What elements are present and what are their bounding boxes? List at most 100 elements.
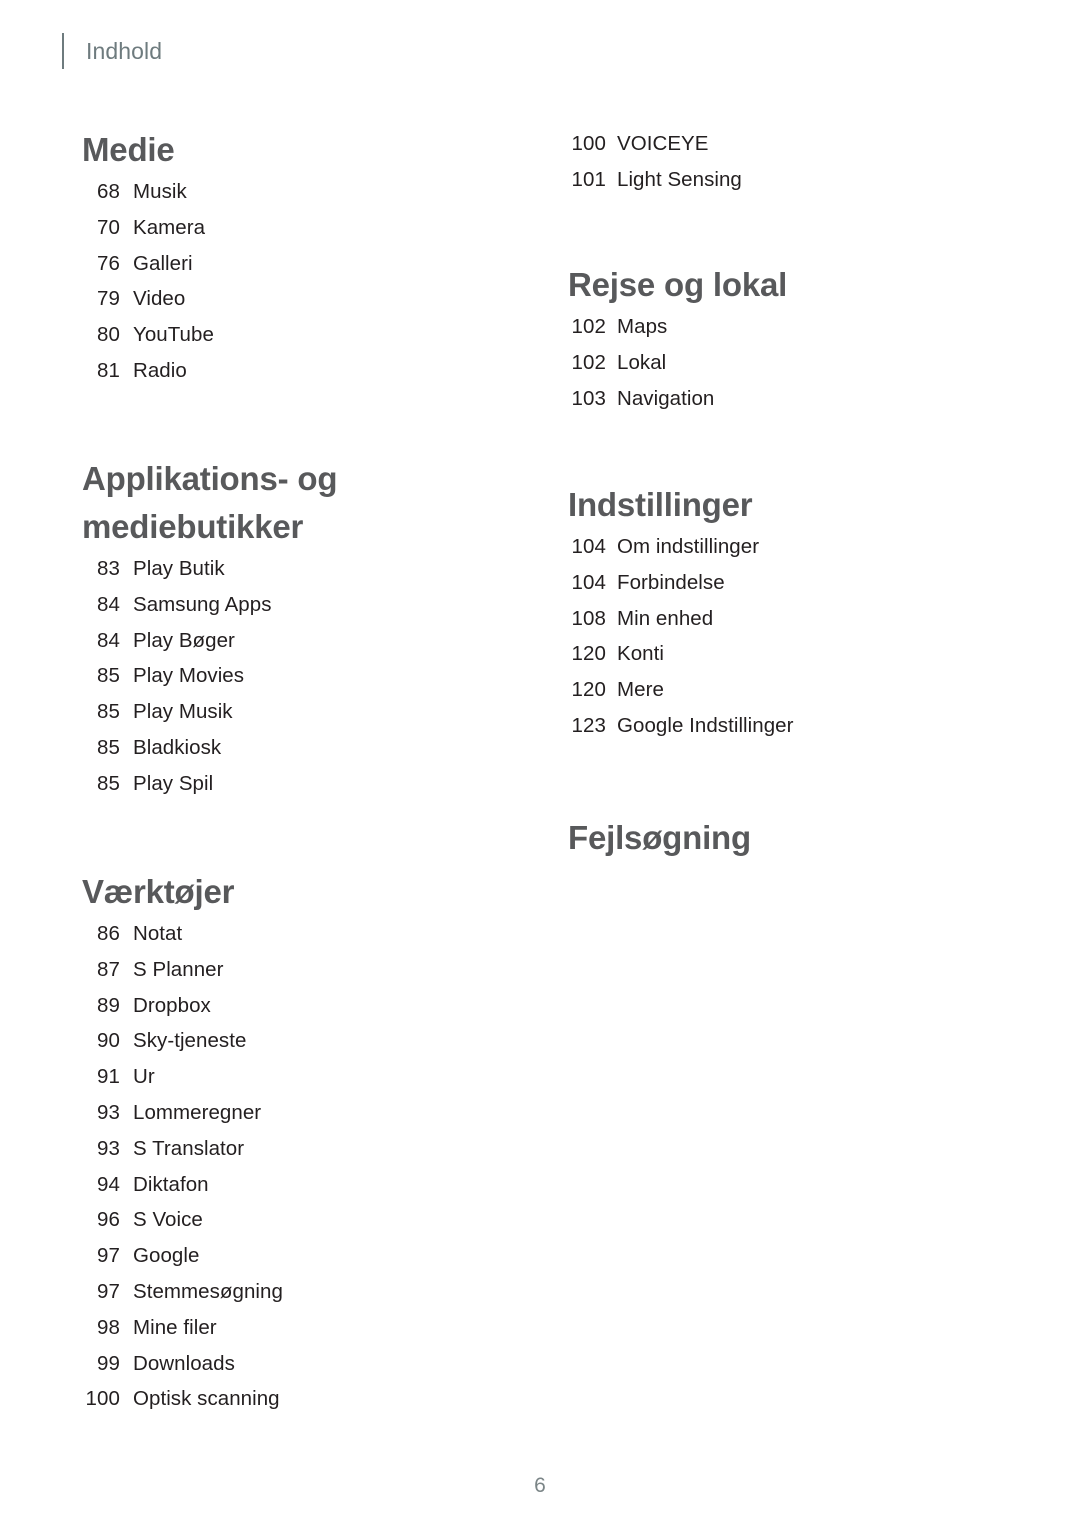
toc-page-number: 97: [96, 1244, 120, 1268]
toc-section-medie: Medie 68 Musik 70 Kamera 76 Galleri 79 V…: [82, 126, 512, 389]
list-item[interactable]: 104 Om indstillinger: [568, 529, 998, 565]
toc-section-rejse-og-lokal: Rejse og lokal 102 Maps 102 Lokal 103 Na…: [568, 261, 998, 416]
list-item[interactable]: 101 Light Sensing: [568, 162, 998, 198]
toc-page-number: 100: [571, 132, 606, 155]
toc-entry-label: YouTube: [133, 323, 214, 347]
list-item[interactable]: 90 Sky-tjeneste: [82, 1023, 512, 1059]
toc-section-fejlsoegning: Fejlsøgning: [568, 814, 998, 862]
list-item[interactable]: 85 Bladkiosk: [82, 730, 512, 766]
toc-entry-label: Musik: [133, 180, 187, 203]
list-item[interactable]: 100 VOICEYE: [568, 126, 998, 162]
toc-entry-label: Notat: [133, 922, 183, 945]
toc-entry-label: Optisk scanning: [133, 1387, 280, 1411]
toc-section-applikations-og-mediebutikker: Applikations- og mediebutikker 83 Play B…: [82, 455, 512, 802]
list-item[interactable]: 108 Min enhed: [568, 601, 998, 637]
toc-page-number: 120: [571, 642, 606, 666]
list-item[interactable]: 123 Google Indstillinger: [568, 708, 998, 744]
toc-list-indstillinger: 104 Om indstillinger 104 Forbindelse 108…: [568, 529, 998, 744]
toc-entry-label: Dropbox: [133, 993, 211, 1017]
list-item[interactable]: 100 Optisk scanning: [82, 1381, 512, 1417]
toc-page-number: 81: [96, 358, 120, 382]
list-item[interactable]: 85 Play Spil: [82, 766, 512, 802]
list-item[interactable]: 120 Mere: [568, 672, 998, 708]
toc-entry-label: Video: [133, 287, 186, 311]
list-item[interactable]: 103 Navigation: [568, 381, 998, 417]
toc-entry-label: Maps: [617, 315, 668, 338]
toc-entry-label: Om indstillinger: [617, 535, 760, 558]
list-item[interactable]: 89 Dropbox: [82, 988, 512, 1024]
list-item[interactable]: 68 Musik: [82, 174, 512, 210]
section-heading-vaerktoejer: Værktøjer: [82, 873, 235, 910]
toc-entry-label: Play Musik: [133, 700, 233, 724]
toc-page-number: 84: [96, 628, 120, 652]
toc-page-number: 104: [571, 570, 606, 594]
list-item[interactable]: 97 Stemmesøgning: [82, 1274, 512, 1310]
toc-entry-label: Play Butik: [133, 557, 225, 580]
list-item[interactable]: 79 Video: [82, 281, 512, 317]
toc-page-number: 100: [85, 1387, 120, 1411]
list-item[interactable]: 70 Kamera: [82, 210, 512, 246]
toc-entry-label: Kamera: [133, 215, 206, 239]
toc-page-number: 85: [96, 771, 120, 795]
toc-entry-label: Mine filer: [133, 1315, 217, 1339]
toc-page-number: 91: [96, 1065, 120, 1089]
toc-list-rejse-og-lokal: 102 Maps 102 Lokal 103 Navigation: [568, 309, 998, 416]
toc-entry-label: Diktafon: [133, 1172, 209, 1196]
list-item[interactable]: 91 Ur: [82, 1059, 512, 1095]
toc-page-number: 93: [96, 1136, 120, 1160]
list-item[interactable]: 98 Mine filer: [82, 1310, 512, 1346]
list-item[interactable]: 94 Diktafon: [82, 1167, 512, 1203]
toc-entry-label: Light Sensing: [617, 167, 742, 191]
toc-section-continued: 100 VOICEYE 101 Light Sensing: [568, 126, 998, 198]
toc-page-number: 94: [96, 1172, 120, 1196]
list-item[interactable]: 85 Play Movies: [82, 658, 512, 694]
toc-page-number: 123: [571, 713, 606, 737]
section-heading-rejse-og-lokal: Rejse og lokal: [568, 266, 788, 303]
toc-entry-label: Downloads: [133, 1351, 235, 1375]
section-heading-applikations-og-mediebutikker: Applikations- og mediebutikker: [82, 460, 338, 545]
toc-page-number: 90: [96, 1029, 120, 1053]
list-item[interactable]: 99 Downloads: [82, 1346, 512, 1382]
section-heading-fejlsoegning: Fejlsøgning: [568, 819, 751, 856]
toc-page-number: 70: [96, 215, 120, 239]
list-item[interactable]: 76 Galleri: [82, 246, 512, 282]
toc-page-number: 85: [96, 735, 120, 759]
list-item[interactable]: 97 Google: [82, 1238, 512, 1274]
list-item[interactable]: 81 Radio: [82, 353, 512, 389]
list-item[interactable]: 104 Forbindelse: [568, 565, 998, 601]
toc-entry-label: Navigation: [617, 386, 715, 410]
toc-entry-label: Min enhed: [617, 606, 714, 630]
toc-page-number: 79: [96, 287, 120, 311]
list-item[interactable]: 102 Lokal: [568, 345, 998, 381]
toc-entry-label: Samsung Apps: [133, 592, 272, 616]
list-item[interactable]: 84 Play Bøger: [82, 623, 512, 659]
toc-entry-label: Konti: [617, 642, 664, 666]
toc-page-number: 102: [571, 315, 606, 338]
toc-page-number: 87: [96, 957, 120, 981]
list-item[interactable]: 93 S Translator: [82, 1131, 512, 1167]
toc-columns: Medie 68 Musik 70 Kamera 76 Galleri 79 V…: [0, 0, 1080, 1440]
list-item[interactable]: 84 Samsung Apps: [82, 587, 512, 623]
folio-page-number: 6: [534, 1474, 546, 1497]
toc-list-medie: 68 Musik 70 Kamera 76 Galleri 79 Video 8…: [82, 174, 512, 389]
toc-page-number: 104: [571, 535, 606, 558]
list-item[interactable]: 83 Play Butik: [82, 551, 512, 587]
toc-entry-label: Bladkiosk: [133, 735, 222, 759]
list-item[interactable]: 96 S Voice: [82, 1202, 512, 1238]
toc-page-number: 85: [96, 700, 120, 724]
list-item[interactable]: 85 Play Musik: [82, 694, 512, 730]
toc-page-number: 89: [96, 993, 120, 1017]
list-item[interactable]: 86 Notat: [82, 916, 512, 952]
toc-entry-label: Lokal: [617, 350, 667, 374]
list-item[interactable]: 102 Maps: [568, 309, 998, 345]
toc-list-applikations-og-mediebutikker: 83 Play Butik 84 Samsung Apps 84 Play Bø…: [82, 551, 512, 802]
toc-entry-label: S Voice: [133, 1208, 203, 1232]
toc-page-number: 101: [571, 167, 606, 191]
toc-page-number: 84: [96, 592, 120, 616]
list-item[interactable]: 87 S Planner: [82, 952, 512, 988]
list-item[interactable]: 80 YouTube: [82, 317, 512, 353]
list-item[interactable]: 120 Konti: [568, 636, 998, 672]
toc-page-number: 98: [96, 1315, 120, 1339]
toc-entry-label: S Translator: [133, 1136, 245, 1160]
list-item[interactable]: 93 Lommeregner: [82, 1095, 512, 1131]
